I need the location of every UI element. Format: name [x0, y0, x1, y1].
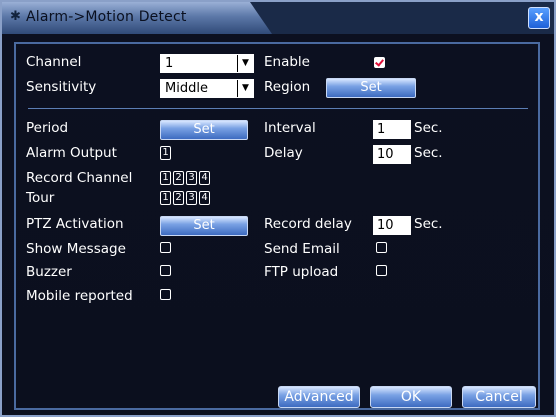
ptz-set-button[interactable]: Set [160, 216, 248, 236]
period-label: Period [26, 120, 69, 136]
sensitivity-label: Sensitivity [26, 79, 97, 95]
tour-chip-3[interactable]: 3 [186, 191, 197, 205]
tour-chip-4[interactable]: 4 [199, 191, 210, 205]
record-channel-label: Record Channel [26, 170, 133, 186]
alarm-output-chip-1[interactable]: 1 [160, 146, 171, 160]
gear-icon: ✱ [10, 9, 21, 24]
buzzer-label: Buzzer [26, 264, 72, 280]
send-email-label: Send Email [264, 241, 340, 257]
chevron-down-icon: ▼ [237, 80, 253, 97]
mobile-reported-label: Mobile reported [26, 288, 133, 304]
record-delay-label: Record delay [264, 216, 352, 232]
record-channel-chips: 1 2 3 4 [160, 171, 210, 185]
tour-chip-2[interactable]: 2 [173, 191, 184, 205]
tour-chip-1[interactable]: 1 [160, 191, 171, 205]
record-channel-chip-3[interactable]: 3 [186, 171, 197, 185]
enable-checkbox[interactable] [374, 57, 385, 68]
record-channel-chip-2[interactable]: 2 [173, 171, 184, 185]
alarm-output-label: Alarm Output [26, 145, 117, 161]
advanced-button[interactable]: Advanced [278, 386, 360, 408]
send-email-checkbox[interactable] [376, 242, 387, 253]
ptz-activation-label: PTZ Activation [26, 216, 124, 232]
divider [28, 108, 528, 109]
delay-label: Delay [264, 145, 303, 161]
chevron-down-icon: ▼ [237, 55, 253, 72]
delay-input[interactable]: 10 [373, 145, 411, 164]
motion-detect-dialog: ✱ Alarm->Motion Detect x Channel 1 ▼ Ena… [0, 0, 556, 417]
record-channel-chip-1[interactable]: 1 [160, 171, 171, 185]
mobile-reported-checkbox[interactable] [160, 289, 171, 300]
enable-label: Enable [264, 54, 310, 70]
tour-label: Tour [26, 190, 55, 206]
region-label: Region [264, 79, 311, 95]
buzzer-checkbox[interactable] [160, 265, 171, 276]
tour-chips: 1 2 3 4 [160, 191, 210, 205]
interval-input[interactable]: 1 [373, 120, 411, 139]
show-message-checkbox[interactable] [160, 242, 171, 253]
alarm-output-chips: 1 [160, 146, 171, 160]
sensitivity-value: Middle [165, 81, 208, 96]
window-title: Alarm->Motion Detect [26, 9, 187, 25]
interval-unit: Sec. [414, 120, 443, 136]
record-delay-input[interactable]: 10 [373, 216, 411, 235]
ftp-upload-checkbox[interactable] [376, 265, 387, 276]
ftp-upload-label: FTP upload [264, 264, 339, 280]
record-delay-unit: Sec. [414, 216, 443, 232]
delay-unit: Sec. [414, 145, 443, 161]
close-button[interactable]: x [528, 7, 550, 29]
ok-button[interactable]: OK [370, 386, 452, 408]
interval-label: Interval [264, 120, 316, 136]
title-bar[interactable]: ✱ Alarm->Motion Detect x [2, 2, 554, 34]
region-set-button[interactable]: Set [326, 78, 416, 98]
channel-label: Channel [26, 54, 82, 70]
cancel-button[interactable]: Cancel [462, 386, 536, 408]
channel-value: 1 [165, 56, 174, 71]
channel-select[interactable]: 1 ▼ [160, 54, 254, 73]
show-message-label: Show Message [26, 241, 126, 257]
record-channel-chip-4[interactable]: 4 [199, 171, 210, 185]
sensitivity-select[interactable]: Middle ▼ [160, 79, 254, 98]
period-set-button[interactable]: Set [160, 120, 248, 140]
settings-panel: Channel 1 ▼ Enable Sensitivity Middle ▼ … [14, 42, 540, 410]
